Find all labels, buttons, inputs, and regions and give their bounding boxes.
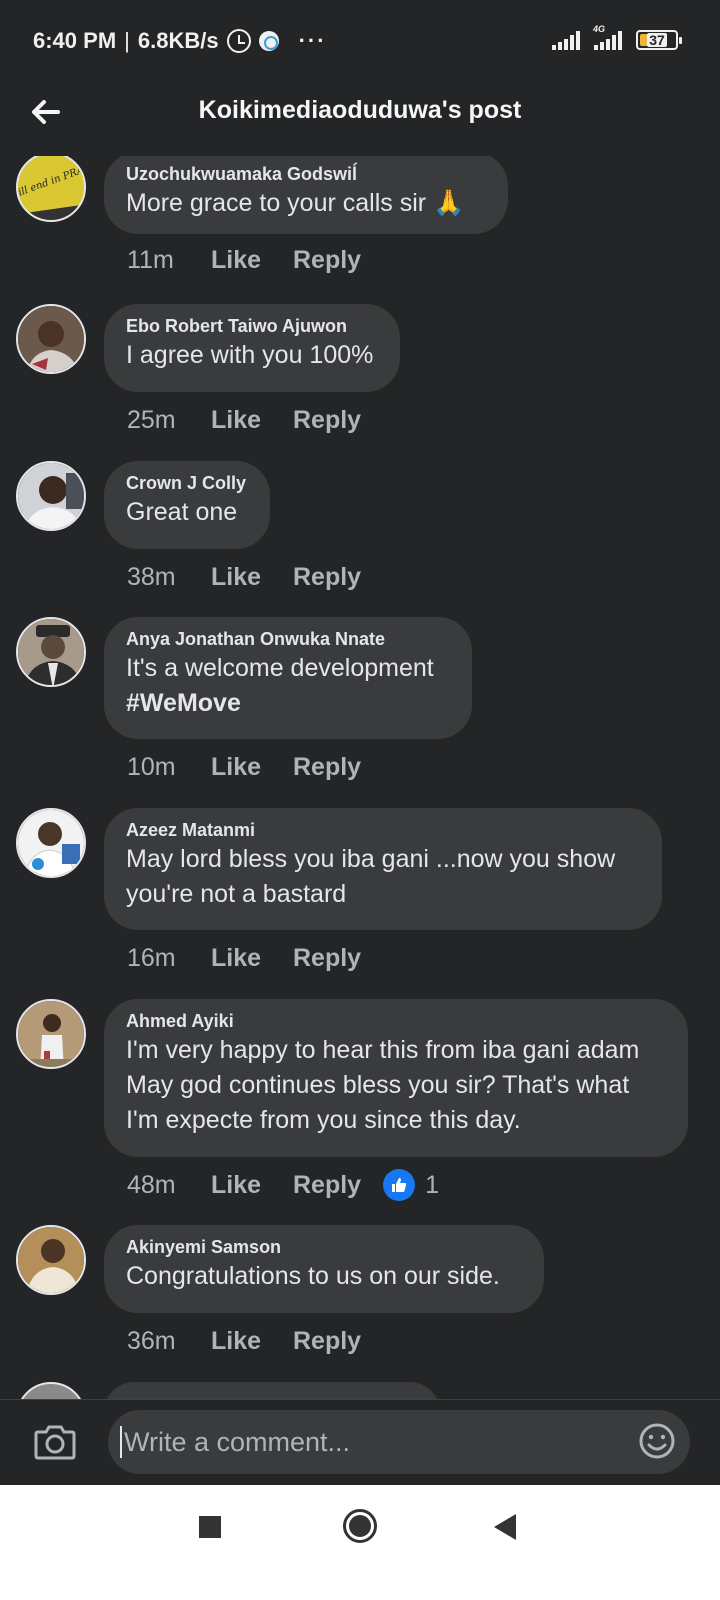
comment-text: May lord bless you iba gani ...now you s…: [126, 845, 616, 873]
comment-time[interactable]: 16m: [127, 944, 211, 973]
back-triangle-icon[interactable]: [494, 1514, 516, 1540]
avatar[interactable]: [16, 999, 86, 1069]
avatar[interactable]: [16, 461, 86, 531]
comment-text: It's a welcome development: [126, 654, 434, 682]
reply-button[interactable]: Reply: [293, 1327, 361, 1356]
comment-bubble[interactable]: Akinyemi Samson Congratulations to us on…: [104, 1225, 544, 1313]
comment-bubble[interactable]: Azeez Matanmi May lord bless you iba gan…: [104, 808, 662, 930]
comment-text: More grace to your calls sir 🙏: [126, 189, 465, 217]
alarm-icon: [226, 29, 251, 53]
avatar[interactable]: [16, 304, 86, 374]
avatar[interactable]: [16, 808, 86, 878]
comment-bubble[interactable]: Anya Jonathan Onwuka Nnate It's a welcom…: [104, 617, 472, 739]
reply-button[interactable]: Reply: [293, 246, 361, 275]
avatar[interactable]: [16, 617, 86, 687]
like-button[interactable]: Like: [211, 563, 293, 592]
comment-bubble[interactable]: Ebo Robert Taiwo Ajuwon I agree with you…: [104, 304, 400, 392]
thumbs-up-icon: [383, 1169, 416, 1201]
comment-text: I'm very happy to hear this from iba gan…: [126, 1036, 640, 1064]
status-right: 4G 37: [552, 24, 682, 50]
comment-bubble[interactable]: Uzochukwuamaka Godswiĺ More grace to you…: [104, 156, 508, 234]
cell-signal-icon: 4G: [593, 24, 622, 50]
battery-level: 37: [647, 32, 667, 48]
comment-text: you're not a bastard: [126, 880, 347, 908]
camera-icon[interactable]: [34, 1422, 76, 1462]
text-cursor: [120, 1426, 122, 1458]
system-navigation-bar: [0, 1485, 720, 1600]
comment-text: May god continues bless you sir? That's …: [126, 1071, 630, 1099]
status-bar: 6:40 PM | 6.8KB/s ··· 4G 37: [0, 0, 720, 86]
comment-composer: Write a comment...: [0, 1399, 720, 1485]
like-button[interactable]: Like: [211, 1327, 293, 1356]
like-button[interactable]: Like: [211, 246, 293, 275]
status-time: 6:40 PM: [33, 28, 117, 53]
status-left: 6:40 PM | 6.8KB/s ···: [33, 28, 327, 54]
comment-hashtag[interactable]: #WeMove: [126, 686, 450, 721]
like-button[interactable]: Like: [211, 753, 293, 782]
comment-actions: 36m Like Reply: [127, 1327, 361, 1356]
comment-time[interactable]: 48m: [127, 1171, 211, 1200]
comment-author[interactable]: Crown J Colly: [126, 471, 248, 495]
more-notifications-icon: ···: [298, 28, 327, 53]
comment-author[interactable]: Anya Jonathan Onwuka Nnate: [126, 627, 450, 651]
comment-time[interactable]: 11m: [127, 246, 211, 275]
comment-text: I'm expecte from you since this day.: [126, 1106, 521, 1134]
reaction-summary[interactable]: 1: [383, 1169, 439, 1201]
page-title: Koikimediaoduduwa's post: [198, 96, 522, 124]
reply-button[interactable]: Reply: [293, 406, 361, 435]
comment-author[interactable]: Uzochukwuamaka Godswiĺ: [126, 162, 486, 186]
comment-actions: 10m Like Reply: [127, 753, 361, 782]
like-button[interactable]: Like: [211, 1171, 293, 1200]
app-notification-icon: [258, 31, 279, 51]
comment-author[interactable]: Ahmed Ayiki: [126, 1009, 666, 1033]
reply-button[interactable]: Reply: [293, 1171, 361, 1200]
comment-text: Congratulations to us on our side.: [126, 1262, 500, 1290]
reaction-count: 1: [425, 1170, 439, 1199]
comment-time[interactable]: 25m: [127, 406, 211, 435]
comment-author[interactable]: Ebo Robert Taiwo Ajuwon: [126, 314, 378, 338]
wifi-signal-icon: [552, 30, 580, 50]
header: Koikimediaoduduwa's post: [0, 86, 720, 156]
comment-time[interactable]: 38m: [127, 563, 211, 592]
reply-button[interactable]: Reply: [293, 944, 361, 973]
avatar[interactable]: [16, 1225, 86, 1295]
comment-actions: 25m Like Reply: [127, 406, 361, 435]
status-separator: |: [124, 28, 130, 53]
like-button[interactable]: Like: [211, 406, 293, 435]
like-button[interactable]: Like: [211, 944, 293, 973]
network-speed: 6.8KB/s: [137, 28, 219, 53]
comment-author[interactable]: Akinyemi Samson: [126, 1235, 522, 1259]
comment-placeholder: Write a comment...: [124, 1426, 351, 1457]
comment-bubble[interactable]: Ahmed Ayiki I'm very happy to hear this …: [104, 999, 688, 1157]
recents-square-icon[interactable]: [199, 1516, 221, 1538]
comment-time[interactable]: 36m: [127, 1327, 211, 1356]
comment-author[interactable]: Azeez Matanmi: [126, 818, 640, 842]
home-circle-icon[interactable]: [343, 1509, 377, 1543]
comment-actions: 38m Like Reply: [127, 563, 361, 592]
avatar[interactable]: It will end in PRAISE: [16, 156, 86, 222]
emoji-icon[interactable]: [638, 1422, 676, 1460]
reply-button[interactable]: Reply: [293, 563, 361, 592]
network-type-label: 4G: [593, 24, 606, 34]
comment-bubble[interactable]: Crown J Colly Great one: [104, 461, 270, 549]
comment-text: I agree with you 100%: [126, 341, 374, 369]
comment-list[interactable]: It will end in PRAISE Uzochukwuamaka God…: [0, 156, 720, 1426]
comment-input[interactable]: Write a comment...: [108, 1410, 690, 1474]
comment-time[interactable]: 10m: [127, 753, 211, 782]
reply-button[interactable]: Reply: [293, 753, 361, 782]
comment-text: Great one: [126, 498, 238, 526]
comment-actions: 48m Like Reply 1: [127, 1169, 439, 1201]
comment-actions: 16m Like Reply: [127, 944, 361, 973]
battery-icon: 37: [636, 30, 682, 50]
comment-actions: 11m Like Reply: [127, 246, 361, 275]
